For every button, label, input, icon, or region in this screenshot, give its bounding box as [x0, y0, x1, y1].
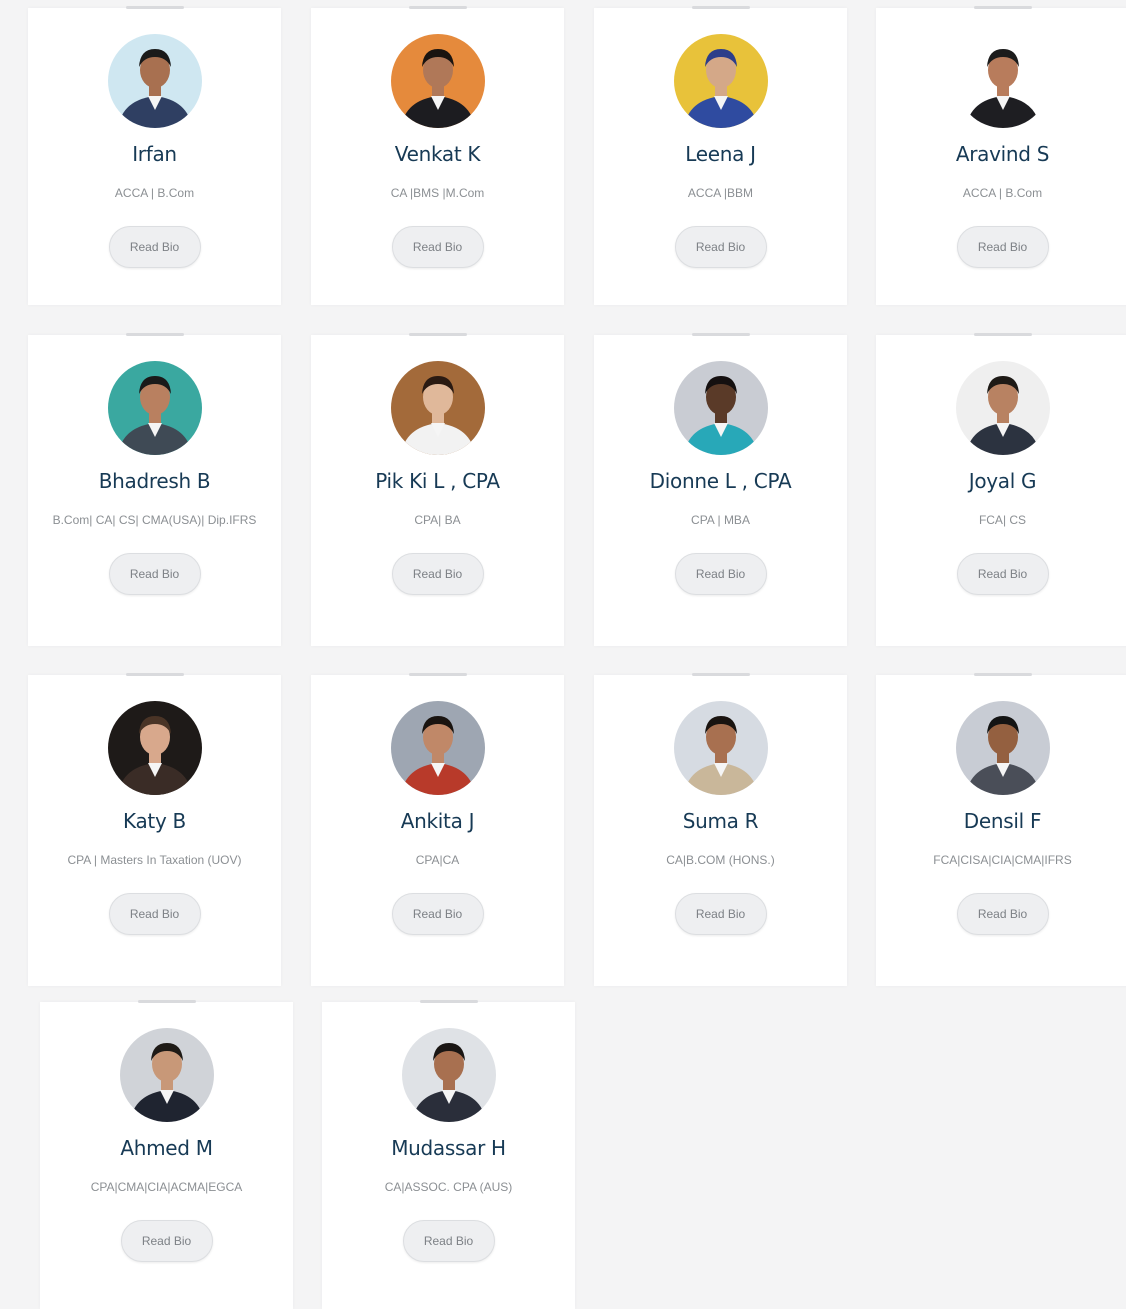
profile-card: Mudassar H CA|ASSOC. CPA (AUS) Read Bio — [322, 1000, 575, 1309]
profile-qualifications: ACCA | B.Com — [114, 186, 195, 200]
person-photo-icon — [390, 34, 485, 128]
card-top-divider — [691, 6, 750, 9]
profile-card: Suma R CA|B.COM (HONS.) Read Bio — [594, 673, 847, 986]
read-bio-button[interactable]: Read Bio — [108, 893, 201, 935]
read-bio-button[interactable]: Read Bio — [674, 226, 767, 268]
card-top-divider — [125, 333, 184, 336]
profile-name: Suma R — [682, 809, 759, 833]
profile-name: Irfan — [132, 142, 177, 166]
read-bio-button[interactable]: Read Bio — [956, 226, 1049, 268]
profile-name: Venkat K — [394, 142, 481, 166]
profile-qualifications: FCA|CISA|CIA|CMA|IFRS — [933, 853, 1072, 867]
card-top-divider — [408, 6, 467, 9]
profile-qualifications: FCA| CS — [978, 513, 1027, 527]
read-bio-button[interactable]: Read Bio — [402, 1220, 495, 1262]
avatar — [107, 34, 202, 128]
person-photo-icon — [390, 361, 485, 455]
read-bio-button[interactable]: Read Bio — [391, 553, 484, 595]
profile-name: Leena J — [685, 142, 756, 166]
profile-name: Pik Ki L , CPA — [375, 469, 500, 493]
read-bio-button[interactable]: Read Bio — [674, 553, 767, 595]
person-photo-icon — [107, 701, 202, 795]
profile-name: Ankita J — [400, 809, 475, 833]
card-top-divider — [419, 1000, 478, 1003]
avatar — [401, 1028, 496, 1122]
profile-card: Ahmed M CPA|CMA|CIA|ACMA|EGCA Read Bio — [40, 1000, 293, 1309]
profile-name: Joyal G — [968, 469, 1037, 493]
profile-qualifications: CA|B.COM (HONS.) — [666, 853, 775, 867]
profile-card: Densil F FCA|CISA|CIA|CMA|IFRS Read Bio — [876, 673, 1126, 986]
profile-qualifications: CPA|CMA|CIA|ACMA|EGCA — [90, 1180, 243, 1194]
read-bio-button[interactable]: Read Bio — [956, 553, 1049, 595]
avatar — [107, 701, 202, 795]
profile-card: Aravind S ACCA | B.Com Read Bio — [876, 6, 1126, 305]
person-photo-icon — [955, 701, 1050, 795]
person-photo-icon — [955, 34, 1050, 128]
avatar — [390, 34, 485, 128]
profile-card: Irfan ACCA | B.Com Read Bio — [28, 6, 281, 305]
avatar — [119, 1028, 214, 1122]
profile-qualifications: CPA | MBA — [691, 513, 750, 527]
profile-qualifications: ACCA |BBM — [687, 186, 754, 200]
avatar — [673, 361, 768, 455]
profile-qualifications: CA|ASSOC. CPA (AUS) — [384, 1180, 513, 1194]
card-top-divider — [408, 673, 467, 676]
avatar — [955, 361, 1050, 455]
read-bio-button[interactable]: Read Bio — [674, 893, 767, 935]
profile-name: Densil F — [963, 809, 1042, 833]
card-top-divider — [973, 673, 1032, 676]
avatar — [390, 361, 485, 455]
card-top-divider — [973, 333, 1032, 336]
read-bio-button[interactable]: Read Bio — [956, 893, 1049, 935]
person-photo-icon — [107, 34, 202, 128]
profile-qualifications: B.Com| CA| CS| CMA(USA)| Dip.IFRS — [52, 513, 257, 527]
profile-name: Dionne L , CPA — [649, 469, 792, 493]
avatar — [955, 701, 1050, 795]
read-bio-button[interactable]: Read Bio — [108, 553, 201, 595]
card-top-divider — [973, 6, 1032, 9]
avatar — [107, 361, 202, 455]
person-photo-icon — [673, 361, 768, 455]
profile-qualifications: CPA| BA — [414, 513, 461, 527]
read-bio-button[interactable]: Read Bio — [391, 226, 484, 268]
read-bio-button[interactable]: Read Bio — [108, 226, 201, 268]
profile-card: Venkat K CA |BMS |M.Com Read Bio — [311, 6, 564, 305]
person-photo-icon — [673, 34, 768, 128]
profile-name: Ahmed M — [120, 1136, 213, 1160]
profile-card: Leena J ACCA |BBM Read Bio — [594, 6, 847, 305]
team-grid: Irfan ACCA | B.Com Read Bio Venkat K CA |BM… — [0, 0, 1126, 1309]
person-photo-icon — [119, 1028, 214, 1122]
profile-name: Mudassar H — [391, 1136, 506, 1160]
profile-card: Ankita J CPA|CA Read Bio — [311, 673, 564, 986]
profile-name: Aravind S — [955, 142, 1050, 166]
profile-name: Bhadresh B — [98, 469, 211, 493]
profile-card: Dionne L , CPA CPA | MBA Read Bio — [594, 333, 847, 646]
person-photo-icon — [401, 1028, 496, 1122]
avatar — [955, 34, 1050, 128]
read-bio-button[interactable]: Read Bio — [120, 1220, 213, 1262]
profile-qualifications: ACCA | B.Com — [962, 186, 1043, 200]
profile-qualifications: CA |BMS |M.Com — [390, 186, 485, 200]
card-top-divider — [125, 6, 184, 9]
profile-card: Joyal G FCA| CS Read Bio — [876, 333, 1126, 646]
person-photo-icon — [673, 701, 768, 795]
card-top-divider — [125, 673, 184, 676]
profile-name: Katy B — [123, 809, 186, 833]
avatar — [673, 34, 768, 128]
read-bio-button[interactable]: Read Bio — [391, 893, 484, 935]
avatar — [390, 701, 485, 795]
profile-qualifications: CPA|CA — [415, 853, 460, 867]
person-photo-icon — [390, 701, 485, 795]
card-top-divider — [408, 333, 467, 336]
profile-card: Katy B CPA | Masters In Taxation (UOV) Rea… — [28, 673, 281, 986]
card-top-divider — [691, 673, 750, 676]
person-photo-icon — [955, 361, 1050, 455]
card-top-divider — [691, 333, 750, 336]
avatar — [673, 701, 768, 795]
profile-card: Pik Ki L , CPA CPA| BA Read Bio — [311, 333, 564, 646]
profile-card: Bhadresh B B.Com| CA| CS| CMA(USA)| Dip.I… — [28, 333, 281, 646]
person-photo-icon — [107, 361, 202, 455]
profile-qualifications: CPA | Masters In Taxation (UOV) — [67, 853, 242, 867]
card-top-divider — [137, 1000, 196, 1003]
